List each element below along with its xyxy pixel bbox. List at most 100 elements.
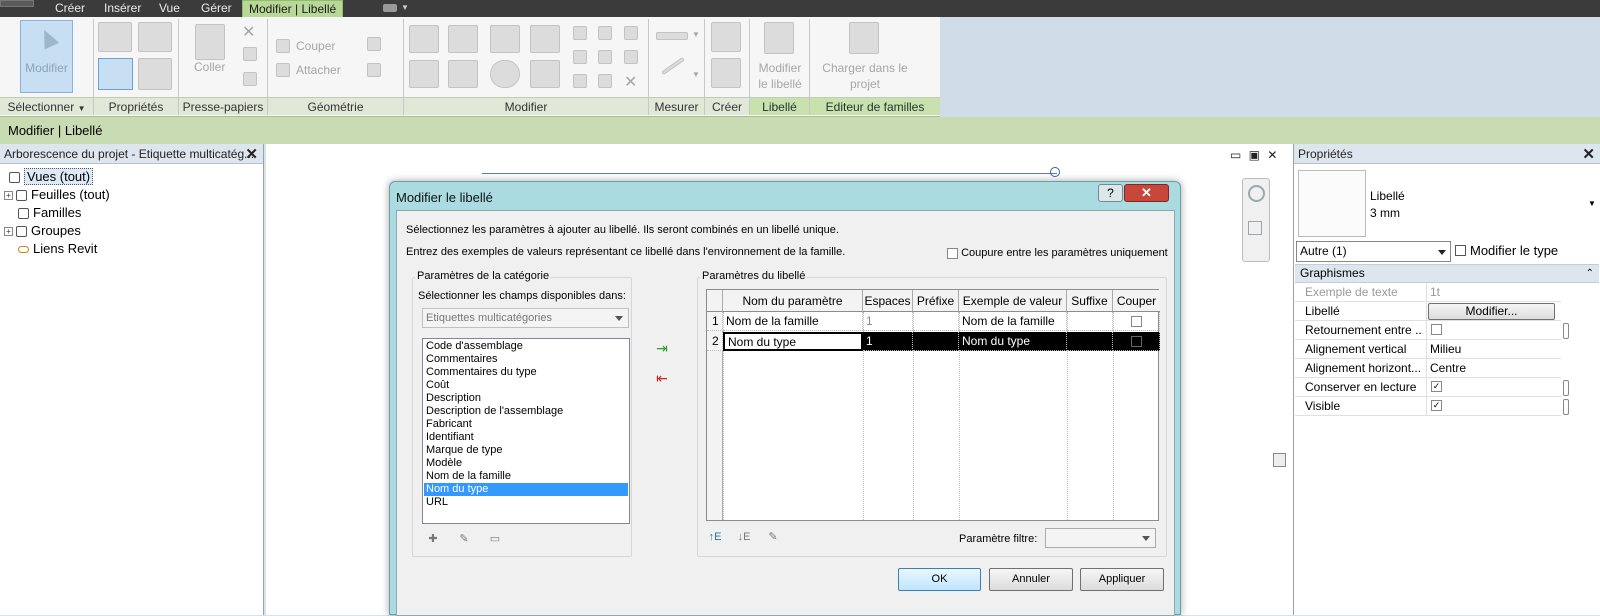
panel-selectionner[interactable]: Sélectionner ▼ bbox=[0, 97, 93, 115]
checkbox[interactable] bbox=[1431, 324, 1442, 335]
delete-icon[interactable]: ✕ bbox=[624, 72, 637, 92]
trim-multiple-icon[interactable] bbox=[573, 74, 587, 88]
offset-icon[interactable] bbox=[448, 25, 478, 53]
move-up-icon[interactable]: ↑E bbox=[708, 530, 722, 544]
copy-element-icon[interactable] bbox=[448, 60, 478, 88]
associate-parameter-button[interactable] bbox=[1563, 399, 1569, 415]
tree-item-vues[interactable]: Vues (tout) bbox=[9, 168, 94, 186]
view-window-controls[interactable]: ▭ ▣ ✕ bbox=[1230, 148, 1279, 162]
edit-type-button[interactable]: Modifier le type bbox=[1455, 241, 1558, 262]
create-group-icon[interactable] bbox=[711, 22, 741, 52]
split-icon[interactable] bbox=[573, 26, 587, 40]
cell-prefix[interactable] bbox=[913, 332, 959, 351]
close-icon[interactable]: ✕ bbox=[245, 145, 258, 163]
list-item[interactable]: Nom de la famille bbox=[424, 470, 628, 483]
cell-prefix[interactable] bbox=[913, 312, 959, 331]
create-similar-icon[interactable] bbox=[711, 58, 741, 88]
geometry-icon[interactable] bbox=[367, 37, 381, 51]
checkbox[interactable] bbox=[947, 247, 958, 259]
scrollbar-grip[interactable] bbox=[1273, 453, 1286, 467]
filter-combo[interactable] bbox=[1045, 528, 1156, 548]
help-button[interactable]: ? bbox=[1098, 184, 1123, 202]
paste-icon[interactable] bbox=[195, 24, 225, 60]
expand-icon[interactable]: + bbox=[4, 227, 13, 237]
tab-gerer[interactable]: Gérer bbox=[195, 0, 238, 17]
tab-vue[interactable]: Vue bbox=[153, 0, 186, 17]
cell-sample-value[interactable]: Nom du type bbox=[959, 332, 1067, 351]
pin-icon[interactable] bbox=[624, 26, 638, 40]
scale-icon[interactable] bbox=[598, 50, 612, 64]
edit-label-icon[interactable] bbox=[764, 22, 794, 54]
tab-inserer[interactable]: Insérer bbox=[98, 0, 147, 17]
family-category-icon[interactable] bbox=[98, 58, 133, 90]
rotate-icon[interactable] bbox=[490, 60, 520, 88]
list-item[interactable]: Description de l'assemblage bbox=[424, 405, 628, 418]
move-down-icon[interactable]: ↓E bbox=[737, 530, 751, 544]
split-face-icon[interactable] bbox=[367, 63, 381, 77]
label-modifier-button[interactable]: Modifier... bbox=[1428, 303, 1555, 320]
tab-creer[interactable]: Créer bbox=[49, 0, 91, 17]
list-item-selected[interactable]: Nom du type bbox=[424, 483, 628, 496]
close-button[interactable]: ✕ bbox=[1124, 184, 1169, 202]
section-graphismes[interactable]: Graphismes ⌃ bbox=[1295, 264, 1599, 283]
navigation-bar[interactable] bbox=[1242, 178, 1270, 262]
rotate-handle-icon[interactable] bbox=[1050, 167, 1060, 177]
chevron-down-icon[interactable]: ▼ bbox=[1588, 199, 1596, 208]
cell-spaces[interactable]: 1 bbox=[863, 332, 913, 351]
trim-icon[interactable] bbox=[530, 60, 560, 88]
list-item[interactable]: URL bbox=[424, 496, 628, 509]
zoom-icon[interactable] bbox=[1248, 221, 1262, 235]
measure-icon[interactable] bbox=[656, 32, 688, 40]
available-fields-list[interactable]: Code d'assemblage Commentaires Commentai… bbox=[422, 338, 630, 524]
close-icon[interactable]: ✕ bbox=[1582, 145, 1595, 163]
checkbox[interactable] bbox=[1130, 336, 1142, 348]
cut-icon[interactable]: ✕ bbox=[242, 22, 255, 42]
category-combo[interactable]: Etiquettes multicatégories bbox=[422, 308, 629, 328]
cut-geometry-icon[interactable] bbox=[276, 39, 290, 53]
extend-icon[interactable] bbox=[598, 74, 612, 88]
associate-parameter-button[interactable] bbox=[1563, 380, 1569, 396]
checkbox[interactable] bbox=[1130, 316, 1142, 328]
list-item[interactable]: Marque de type bbox=[424, 444, 628, 457]
property-value[interactable]: Milieu bbox=[1430, 342, 1461, 356]
apply-button[interactable]: Appliquer bbox=[1080, 568, 1164, 591]
join-geometry-icon[interactable] bbox=[276, 63, 290, 77]
chevron-down-icon[interactable]: ▼ bbox=[692, 70, 700, 79]
split-gap-icon[interactable] bbox=[598, 26, 612, 40]
tab-modifier-libelle[interactable]: Modifier | Libellé bbox=[242, 0, 344, 17]
chevron-down-icon[interactable]: ▼ bbox=[692, 30, 700, 39]
family-types-icon[interactable] bbox=[138, 58, 172, 90]
copy-icon[interactable] bbox=[243, 47, 257, 61]
match-properties-icon[interactable] bbox=[243, 72, 257, 86]
associate-parameter-button[interactable] bbox=[1563, 323, 1569, 339]
type-properties-icon[interactable] bbox=[138, 22, 172, 52]
modifier-le-libelle-button[interactable]: Modifier le libellé bbox=[755, 60, 805, 92]
cell-parameter-name[interactable]: Nom de la famille bbox=[723, 312, 863, 331]
array-icon[interactable] bbox=[573, 50, 587, 64]
couper-label[interactable]: Couper bbox=[296, 39, 335, 53]
cell-sample-value[interactable]: Nom de la famille bbox=[959, 312, 1067, 331]
chevron-down-icon[interactable]: ▼ bbox=[401, 3, 409, 12]
property-value[interactable]: Centre bbox=[1430, 361, 1466, 375]
tree-item-feuilles[interactable]: + Feuilles (tout) bbox=[4, 186, 110, 204]
load-into-project-icon[interactable] bbox=[849, 22, 879, 54]
cell-suffix[interactable] bbox=[1067, 332, 1113, 351]
list-item[interactable]: Fabricant bbox=[424, 418, 628, 431]
new-parameter-icon[interactable]: ✚ bbox=[426, 532, 440, 546]
list-item[interactable]: Modèle bbox=[424, 457, 628, 470]
align-icon[interactable] bbox=[409, 25, 439, 53]
list-item[interactable]: Description bbox=[424, 392, 628, 405]
tree-item-groupes[interactable]: + Groupes bbox=[4, 222, 81, 240]
modifier-button[interactable]: Modifier bbox=[20, 20, 73, 93]
list-item[interactable]: Commentaires bbox=[424, 353, 628, 366]
list-item[interactable]: Coût bbox=[424, 379, 628, 392]
cancel-button[interactable]: Annuler bbox=[989, 568, 1073, 591]
wrap-only-checkbox[interactable]: Coupure entre les paramètres uniquement bbox=[947, 247, 1168, 259]
checkbox[interactable]: ✓ bbox=[1431, 400, 1442, 411]
charger-dans-le-projet-button[interactable]: Charger dans le projet bbox=[822, 60, 908, 92]
edit-sample-icon[interactable]: ✎ bbox=[766, 530, 780, 544]
cell-break[interactable] bbox=[1113, 312, 1160, 331]
mirror-axis-icon[interactable] bbox=[490, 25, 520, 53]
attacher-label[interactable]: Attacher bbox=[296, 63, 341, 77]
cell-parameter-name[interactable]: Nom du type bbox=[724, 333, 862, 350]
